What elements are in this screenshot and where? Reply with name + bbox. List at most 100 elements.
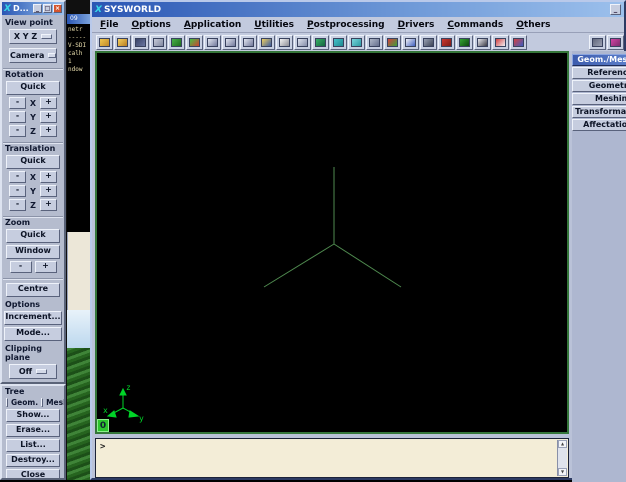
print-icon[interactable] [150, 35, 167, 50]
curve-chart-icon[interactable] [402, 35, 419, 50]
rotation-y-plus-button[interactable]: + [40, 111, 57, 123]
menu-file[interactable]: File [100, 20, 118, 30]
panel-button-affectation[interactable]: Affectation [572, 119, 626, 131]
panel-button-reference[interactable]: Reference [572, 67, 626, 79]
increment-button[interactable]: Increment... [4, 311, 62, 325]
pan-arrows-icon[interactable] [240, 35, 257, 50]
rotation-quick-button[interactable]: Quick [6, 81, 60, 95]
translation-y-label: Y [29, 187, 37, 196]
save-icon[interactable] [132, 35, 149, 50]
panel-button-geom-mesh[interactable]: Geom./Mesh [572, 54, 626, 66]
dialog-maximize-button[interactable]: □ [43, 4, 52, 13]
menu-others[interactable]: Others [516, 20, 550, 30]
translation-y-minus-button[interactable]: - [9, 185, 26, 197]
scroll-up-icon[interactable]: ▲ [558, 440, 567, 448]
rotation-z-minus-button[interactable]: - [9, 125, 26, 137]
xyz-option-button[interactable]: X Y Z [9, 29, 57, 44]
zoom-magnifier-icon[interactable] [258, 35, 275, 50]
axes-tree-icon[interactable] [168, 35, 185, 50]
open-file-icon[interactable] [96, 35, 113, 50]
rotation-z-plus-button[interactable]: + [40, 125, 57, 137]
translation-x-minus-button[interactable]: - [9, 171, 26, 183]
colorbar-icon[interactable] [510, 35, 527, 50]
menu-postprocessing[interactable]: Postprocessing [307, 20, 385, 30]
cube-wire-icon[interactable] [294, 35, 311, 50]
origin-badge: 0 [97, 419, 109, 432]
model-axes-triad [97, 53, 567, 432]
fit-view-icon[interactable] [204, 35, 221, 50]
mode-button[interactable]: Mode... [4, 327, 62, 341]
dialog-close-icon[interactable]: × [53, 4, 62, 13]
translation-y-plus-button[interactable]: + [40, 185, 57, 197]
translation-x-row: - X + [2, 171, 64, 183]
tree-destroy-button[interactable]: Destroy... [6, 454, 60, 467]
tree-close-button[interactable]: Close [6, 469, 60, 480]
background-window [67, 232, 91, 310]
hierarchy-icon[interactable] [438, 35, 455, 50]
tree-show-button[interactable]: Show... [6, 409, 60, 422]
graphics-viewport[interactable]: x y z 0 [95, 51, 569, 434]
text-label-icon[interactable] [474, 35, 491, 50]
camera-icon[interactable] [589, 35, 606, 50]
sysworld-window: X SYSWORLD _ File Options Application Utili… [90, 0, 626, 480]
sphere-pink-icon[interactable] [607, 35, 624, 50]
zoom-out-button[interactable]: - [10, 261, 32, 273]
panel-button-geometry[interactable]: Geometry [572, 80, 626, 92]
tree-list-button[interactable]: List... [6, 439, 60, 452]
scroll-down-icon[interactable]: ▼ [558, 468, 567, 476]
centre-button[interactable]: Centre [6, 283, 60, 297]
open-folder-icon[interactable] [114, 35, 131, 50]
cube-cyan-light-icon[interactable] [348, 35, 365, 50]
rotation-x-plus-button[interactable]: + [40, 97, 57, 109]
minimize-button[interactable]: _ [610, 4, 621, 15]
sphere-multi-icon[interactable] [384, 35, 401, 50]
vertical-arrows-icon[interactable] [222, 35, 239, 50]
axis-label-x: x [103, 406, 108, 415]
zoom-in-button[interactable]: + [35, 261, 57, 273]
cube-mesh-icon[interactable] [366, 35, 383, 50]
command-scrollbar[interactable]: ▲ ▼ [557, 440, 567, 476]
panel-button-transformat-[interactable]: Transformat. [572, 106, 626, 118]
dialog-minimize-button[interactable]: _ [33, 4, 42, 13]
menu-utilities[interactable]: Utilities [254, 20, 294, 30]
translation-z-minus-button[interactable]: - [9, 199, 26, 211]
translation-x-plus-button[interactable]: + [40, 171, 57, 183]
geom-toggle[interactable] [6, 398, 8, 407]
camera-label: Camera [10, 51, 44, 60]
rotation-y-minus-button[interactable]: - [9, 111, 26, 123]
panel-button-meshing[interactable]: Meshing [572, 93, 626, 105]
glasses-icon[interactable] [420, 35, 437, 50]
clipping-plane-option-button[interactable]: Off [9, 364, 57, 379]
flag-icon[interactable] [492, 35, 509, 50]
cube-green-icon[interactable] [312, 35, 329, 50]
tree-erase-button[interactable]: Erase... [6, 424, 60, 437]
tree-toggle-row: Geom. Mesh [6, 398, 64, 407]
zoom-quick-button[interactable]: Quick [6, 229, 60, 243]
menu-application[interactable]: Application [184, 20, 241, 30]
separator [3, 278, 63, 281]
rotation-x-minus-button[interactable]: - [9, 97, 26, 109]
menu-options[interactable]: Options [131, 20, 170, 30]
rotation-y-row: - Y + [2, 111, 64, 123]
dialog-titlebar[interactable]: X D... _ □ × [2, 2, 64, 15]
rotation-z-label: Z [29, 127, 37, 136]
terminal-window-titlebar: 09 [67, 14, 90, 24]
geom-toggle-label: Geom. [11, 398, 38, 407]
translation-quick-button[interactable]: Quick [6, 155, 60, 169]
corner-axes-icon[interactable] [186, 35, 203, 50]
rotation-x-label: X [29, 99, 37, 108]
terminal-text-line: 1 [68, 58, 90, 66]
menu-commands[interactable]: Commands [447, 20, 503, 30]
clipping-plane-label: Clipping plane [5, 344, 64, 362]
command-area[interactable]: > ▲ ▼ [95, 438, 569, 478]
pencil-icon[interactable] [276, 35, 293, 50]
window-titlebar[interactable]: X SYSWORLD _ [92, 2, 624, 17]
cube-cyan-icon[interactable] [330, 35, 347, 50]
mesh-grid-icon[interactable] [456, 35, 473, 50]
zoom-window-button[interactable]: Window [6, 245, 60, 259]
camera-option-button[interactable]: Camera [9, 48, 57, 63]
mesh-toggle[interactable] [41, 398, 43, 407]
translation-z-plus-button[interactable]: + [40, 199, 57, 211]
dialog-title: D... [13, 4, 29, 13]
menu-drivers[interactable]: Drivers [398, 20, 435, 30]
